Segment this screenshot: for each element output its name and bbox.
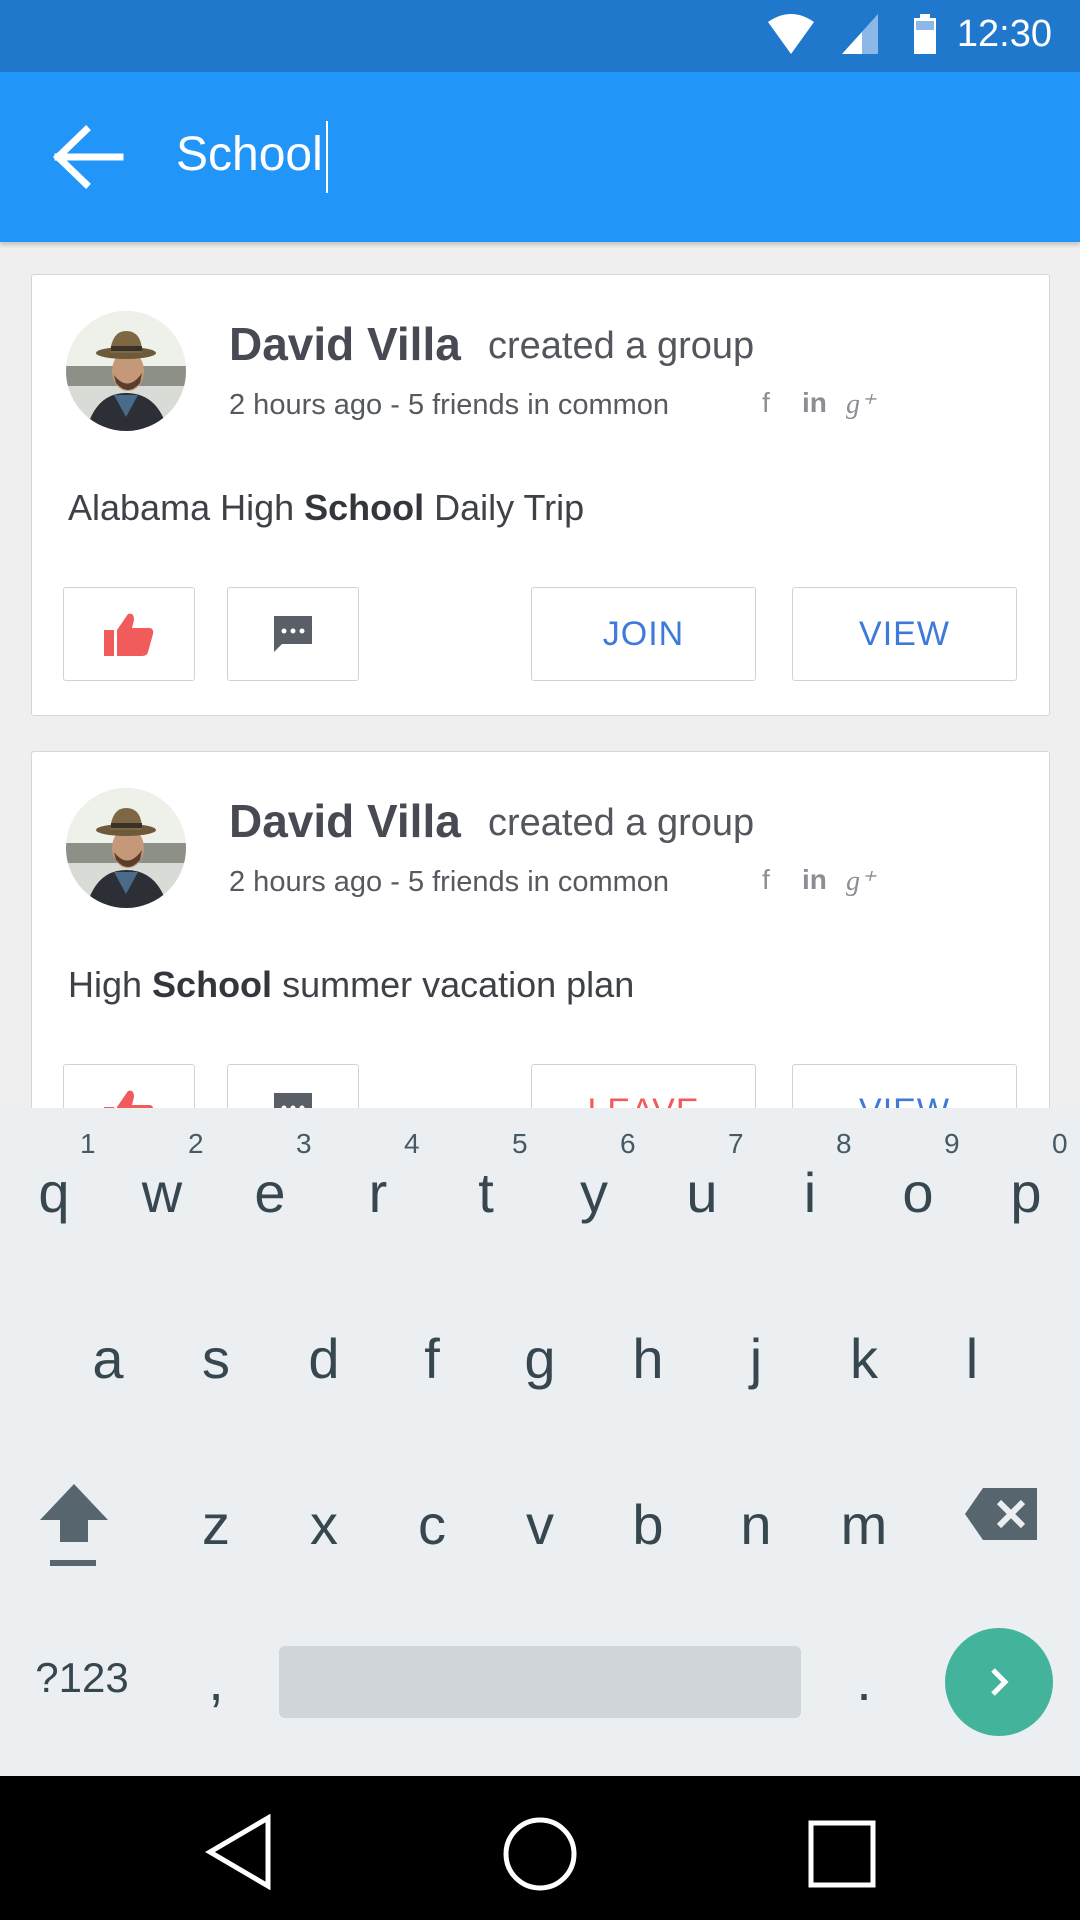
avatar[interactable] <box>66 311 186 431</box>
recents-nav-icon[interactable] <box>808 1820 876 1888</box>
shift-key[interactable] <box>20 1480 128 1580</box>
key-h[interactable]: h <box>594 1326 702 1391</box>
linkedin-icon[interactable]: in <box>802 864 827 896</box>
search-query: School <box>176 128 323 181</box>
post-text-start: Alabama High <box>68 487 305 528</box>
key-x[interactable]: x <box>270 1492 378 1557</box>
key-r[interactable]: r <box>324 1160 432 1225</box>
google-plus-icon[interactable]: g⁺ <box>846 864 875 898</box>
text-cursor <box>325 121 328 194</box>
key-p[interactable]: p <box>972 1160 1080 1225</box>
key-c[interactable]: c <box>378 1492 486 1557</box>
key-t[interactable]: t <box>432 1160 540 1225</box>
key-hint-1: 1 <box>80 1128 96 1159</box>
signal-icon <box>842 14 878 54</box>
key-o[interactable]: o <box>864 1160 972 1225</box>
back-nav-icon[interactable] <box>204 1814 276 1890</box>
post-text-end: Daily Trip <box>424 487 585 528</box>
comma-key[interactable]: , <box>162 1648 270 1713</box>
view-button[interactable]: VIEW <box>792 1064 1017 1108</box>
key-hint-4: 4 <box>404 1128 420 1159</box>
post-meta: 2 hours ago - 5 friends in common <box>229 389 670 421</box>
comment-button[interactable] <box>227 1064 359 1108</box>
key-a[interactable]: a <box>54 1326 162 1391</box>
join-button[interactable]: JOIN <box>531 587 756 681</box>
back-button[interactable] <box>44 122 134 192</box>
comment-button[interactable] <box>227 587 359 681</box>
backspace-icon <box>965 1488 1037 1540</box>
backspace-key[interactable] <box>956 1486 1046 1555</box>
key-b[interactable]: b <box>594 1492 702 1557</box>
key-l[interactable]: l <box>918 1326 1026 1391</box>
comment-icon <box>274 616 312 652</box>
status-bar: 12:30 <box>0 0 1080 72</box>
space-bar[interactable] <box>279 1646 801 1718</box>
post-text: High School summer vacation plan <box>68 964 634 1006</box>
comment-icon <box>274 1093 312 1108</box>
action-text: created a group <box>488 802 755 844</box>
arrow-left-icon <box>53 125 124 189</box>
key-e[interactable]: e <box>216 1160 324 1225</box>
group-card: David Villa created a group 2 hours ago … <box>31 751 1050 1108</box>
google-plus-icon[interactable]: g⁺ <box>846 387 875 421</box>
chevron-right-icon <box>991 1668 1009 1696</box>
key-w[interactable]: w <box>108 1160 216 1225</box>
avatar[interactable] <box>66 788 186 908</box>
group-card: David Villa created a group 2 hours ago … <box>31 274 1050 716</box>
key-y[interactable]: y <box>540 1160 648 1225</box>
shift-icon <box>40 1484 108 1566</box>
key-g[interactable]: g <box>486 1326 594 1391</box>
action-text: created a group <box>488 325 755 367</box>
key-v[interactable]: v <box>486 1492 594 1557</box>
facebook-icon[interactable]: f <box>762 387 770 419</box>
enter-key[interactable] <box>945 1628 1053 1736</box>
key-hint-2: 2 <box>188 1128 204 1159</box>
key-u[interactable]: u <box>648 1160 756 1225</box>
key-hint-6: 6 <box>620 1128 636 1159</box>
post-text-start: High <box>68 964 153 1005</box>
like-button[interactable] <box>63 1064 195 1108</box>
key-m[interactable]: m <box>810 1492 918 1557</box>
like-button[interactable] <box>63 587 195 681</box>
leave-button[interactable]: LEAVE <box>531 1064 756 1108</box>
key-q[interactable]: q <box>0 1160 108 1225</box>
key-z[interactable]: z <box>162 1492 270 1557</box>
search-highlight: School <box>152 964 273 1005</box>
key-k[interactable]: k <box>810 1326 918 1391</box>
search-highlight: School <box>304 487 425 528</box>
author-name[interactable]: David Villa <box>229 317 461 371</box>
key-hint-8: 8 <box>836 1128 852 1159</box>
key-hint-0: 0 <box>1052 1128 1068 1159</box>
key-hint-9: 9 <box>944 1128 960 1159</box>
battery-icon <box>914 14 936 54</box>
period-key[interactable]: . <box>810 1648 918 1713</box>
key-hint-7: 7 <box>728 1128 744 1159</box>
view-button[interactable]: VIEW <box>792 587 1017 681</box>
search-app-bar: School <box>0 72 1080 242</box>
results-feed: David Villa created a group 2 hours ago … <box>0 242 1080 1108</box>
post-text-end: summer vacation plan <box>272 964 635 1005</box>
key-s[interactable]: s <box>162 1326 270 1391</box>
author-name[interactable]: David Villa <box>229 794 461 848</box>
key-i[interactable]: i <box>756 1160 864 1225</box>
post-text: Alabama High School Daily Trip <box>68 487 584 529</box>
linkedin-icon[interactable]: in <box>802 387 827 419</box>
navigation-bar <box>0 1776 1080 1920</box>
wifi-icon <box>768 14 814 54</box>
facebook-icon[interactable]: f <box>762 864 770 896</box>
thumbs-up-icon <box>104 613 154 656</box>
search-input[interactable]: School <box>176 120 328 194</box>
soft-keyboard: q w e r t y u i o p 1 2 3 4 5 6 7 8 9 0 … <box>0 1108 1080 1776</box>
key-j[interactable]: j <box>702 1326 810 1391</box>
key-d[interactable]: d <box>270 1326 378 1391</box>
symbols-key[interactable]: ?123 <box>22 1654 142 1702</box>
key-hint-3: 3 <box>296 1128 312 1159</box>
key-f[interactable]: f <box>378 1326 486 1391</box>
post-meta: 2 hours ago - 5 friends in common <box>229 866 670 898</box>
thumbs-up-icon <box>104 1090 154 1108</box>
home-nav-icon[interactable] <box>502 1816 578 1892</box>
key-hint-5: 5 <box>512 1128 528 1159</box>
status-time: 12:30 <box>956 13 1052 55</box>
key-n[interactable]: n <box>702 1492 810 1557</box>
